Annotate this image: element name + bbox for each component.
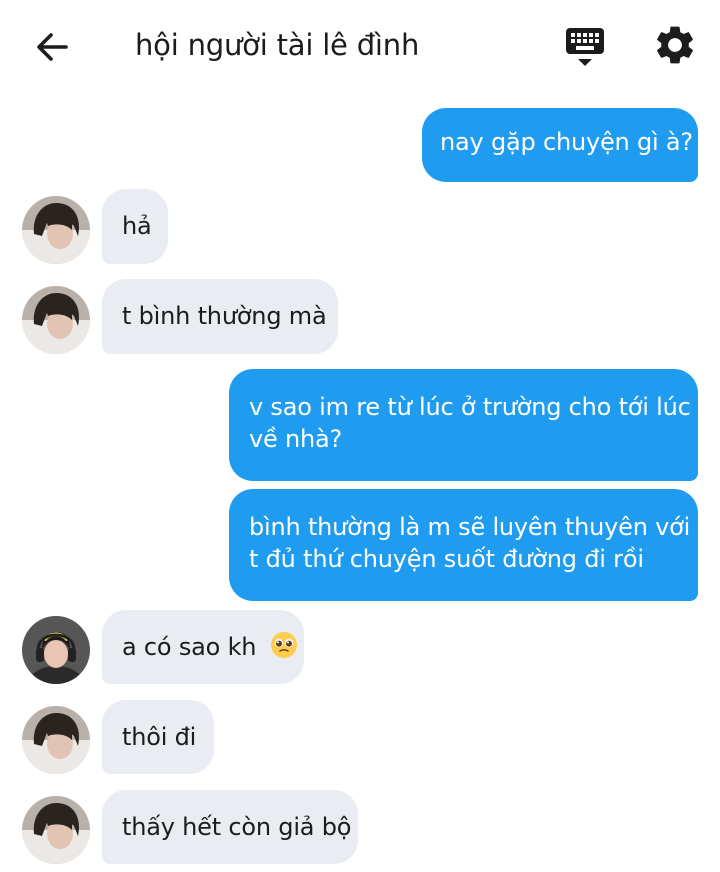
gear-icon	[657, 26, 693, 64]
pleading-face-emoji	[270, 631, 298, 667]
message-text-line: t đủ thứ chuyện suốt đường đi rồi	[249, 545, 644, 573]
message-text: thấy hết còn giả bộ	[122, 813, 352, 841]
message-bubble-incoming[interactable]: hả	[102, 189, 168, 264]
message-text: thôi đi	[122, 723, 197, 751]
message-bubble-incoming[interactable]: thôi đi	[102, 700, 214, 774]
message-bubble-incoming[interactable]: t bình thường mà	[102, 279, 338, 354]
message-bubble-outgoing[interactable]: v sao im re từ lúc ở trường cho tới lúc …	[229, 369, 698, 481]
keyboard-button[interactable]	[562, 24, 608, 70]
message-bubble-outgoing[interactable]: nay gặp chuyện gì à?	[422, 108, 698, 182]
message-bubble-outgoing[interactable]: bình thường là m sẽ luyên thuyên với t đ…	[229, 489, 698, 601]
chat-header: hội người tài lê đình	[0, 0, 720, 96]
message-bubble-incoming[interactable]: a có sao kh	[102, 610, 304, 684]
message-text-line: bình thường là m sẽ luyên thuyên với	[249, 513, 691, 541]
avatar[interactable]	[22, 286, 90, 354]
message-text: hả	[122, 212, 152, 240]
message-text-line: v sao im re từ lúc ở trường cho tới lúc	[249, 393, 691, 421]
avatar[interactable]	[22, 616, 90, 684]
message-text: a có sao kh	[122, 633, 257, 661]
message-bubble-incoming[interactable]: thấy hết còn giả bộ	[102, 790, 358, 864]
arrow-left-icon	[37, 33, 68, 61]
message-text-line: về nhà?	[249, 425, 343, 453]
message-text: nay gặp chuyện gì à?	[440, 128, 693, 156]
avatar[interactable]	[22, 796, 90, 864]
avatar[interactable]	[22, 706, 90, 774]
chat-title: hội người tài lê đình	[135, 28, 420, 62]
back-button[interactable]	[30, 24, 76, 70]
message-text: t bình thường mà	[122, 302, 327, 330]
settings-button[interactable]	[652, 22, 698, 68]
keyboard-icon	[566, 28, 604, 66]
avatar[interactable]	[22, 196, 90, 264]
